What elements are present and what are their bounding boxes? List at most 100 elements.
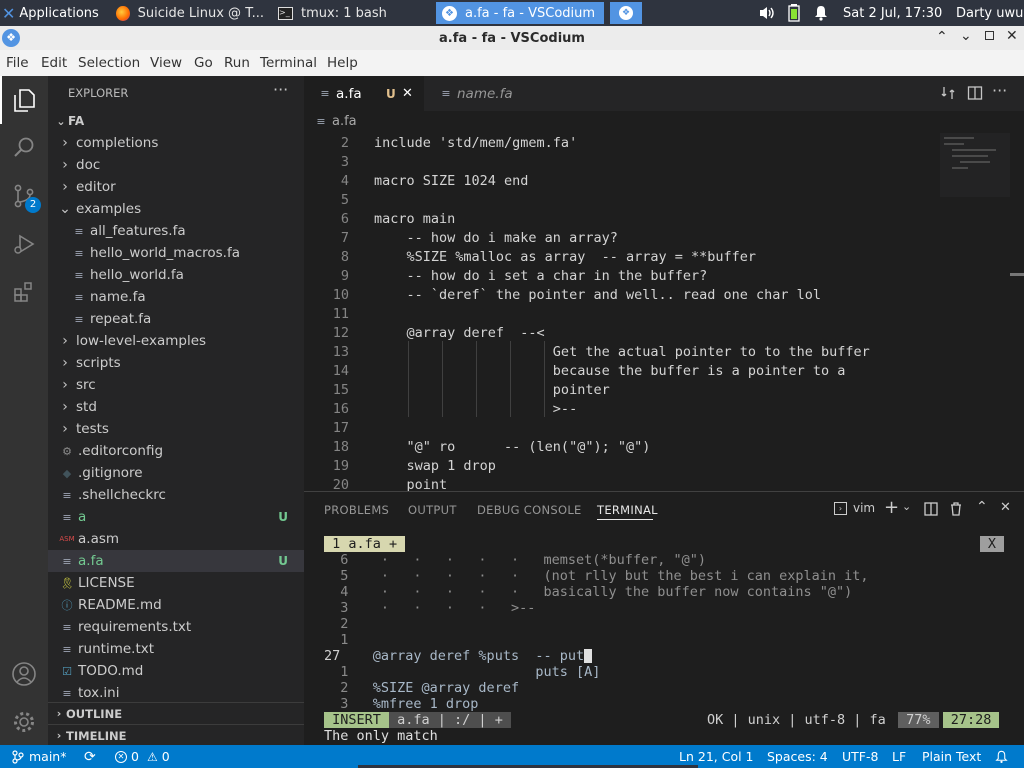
terminal-selector[interactable]: › vim: [834, 501, 875, 515]
tree-file[interactable]: ≡ all_features.fa: [48, 220, 304, 242]
tree-file[interactable]: ≡ tox.ini: [48, 682, 304, 704]
tree-file[interactable]: ≡ hello_world.fa: [48, 264, 304, 286]
tree-folder[interactable]: › editor: [48, 176, 304, 198]
maximize-panel-icon[interactable]: ⌃: [976, 499, 988, 515]
tab-terminal[interactable]: TERMINAL: [597, 492, 658, 527]
menu-edit[interactable]: Edit: [41, 50, 67, 76]
tree-folder[interactable]: ⌄ examples: [48, 198, 304, 220]
more-actions-icon[interactable]: ···: [273, 80, 288, 99]
tree-item-label: scripts: [76, 355, 121, 371]
trash-icon[interactable]: [949, 502, 963, 516]
file-lines-icon: ≡: [74, 224, 84, 238]
tree-file[interactable]: ≡ requirements.txt: [48, 616, 304, 638]
tab-a-fa[interactable]: ≡ a.fa U ✕: [304, 76, 424, 111]
vim-cursor: [584, 649, 593, 663]
close-tab-icon[interactable]: ✕: [402, 86, 413, 101]
code-text: -- how do i make an array?: [374, 229, 618, 246]
error-icon: ✕: [115, 750, 127, 763]
branch-name: main*: [29, 749, 67, 764]
sync-icon[interactable]: ⟳: [84, 745, 96, 768]
chevron-right-icon: ›: [62, 135, 68, 151]
tree-file[interactable]: ≡ .shellcheckrc: [48, 484, 304, 506]
close-window-icon[interactable]: ✕: [1006, 28, 1018, 44]
code-editor[interactable]: 2 include 'std/mem/gmem.fa' 3 4 macro SIZE 1…: [304, 133, 1024, 491]
vim-line-text: · · · · >--: [348, 600, 536, 616]
explorer-icon[interactable]: [0, 76, 48, 124]
tree-file[interactable]: ≡ hello_world_macros.fa: [48, 242, 304, 264]
restore-icon[interactable]: [985, 31, 994, 40]
notifications-bell-icon[interactable]: [995, 745, 1008, 768]
indentation[interactable]: Spaces: 4: [767, 745, 828, 768]
tab-debug-console[interactable]: DEBUG CONSOLE: [477, 492, 582, 527]
applications-menu[interactable]: ✕ Applications: [2, 0, 99, 26]
menu-selection[interactable]: Selection: [78, 50, 140, 76]
tree-folder[interactable]: › scripts: [48, 352, 304, 374]
extensions-icon[interactable]: [0, 268, 48, 316]
editor-more-icon[interactable]: ···: [992, 81, 1007, 100]
menu-go[interactable]: Go: [194, 50, 213, 76]
compare-changes-icon[interactable]: [940, 85, 956, 101]
menu-view[interactable]: View: [150, 50, 182, 76]
user-menu[interactable]: Darty uwu: [956, 0, 1023, 26]
tree-file[interactable]: ≡ runtime.txt: [48, 638, 304, 660]
run-debug-icon[interactable]: [0, 220, 48, 268]
tree-root-fa[interactable]: ⌄ FA: [48, 110, 304, 132]
language-mode[interactable]: Plain Text: [922, 745, 981, 768]
tree-file[interactable]: ≡ name.fa: [48, 286, 304, 308]
breadcrumb-file[interactable]: a.fa: [332, 114, 357, 129]
tree-file[interactable]: ASM a.asm: [48, 528, 304, 550]
tree-folder[interactable]: › src: [48, 374, 304, 396]
tab-problems[interactable]: PROBLEMS: [324, 492, 389, 527]
task-vscodium[interactable]: ❖ a.fa - fa - VSCodium: [436, 2, 604, 24]
encoding[interactable]: UTF-8: [842, 745, 878, 768]
menu-help[interactable]: Help: [327, 50, 358, 76]
menu-terminal[interactable]: Terminal: [260, 50, 317, 76]
new-terminal-icon[interactable]: +: [884, 497, 899, 518]
vim-close-tab[interactable]: X: [980, 536, 1004, 552]
menu-file[interactable]: File: [6, 50, 29, 76]
menu-run[interactable]: Run: [224, 50, 250, 76]
source-control-icon[interactable]: 2: [0, 172, 48, 220]
clock[interactable]: Sat 2 Jul, 17:30: [843, 0, 942, 26]
minimize-icon[interactable]: ⌃: [936, 29, 948, 45]
workspace-switcher[interactable]: ❖: [610, 2, 642, 24]
tree-file[interactable]: ≡ repeat.fa: [48, 308, 304, 330]
tree-file[interactable]: ≡ a U: [48, 506, 304, 528]
tree-folder[interactable]: › doc: [48, 154, 304, 176]
tab-name-fa[interactable]: ≡ name.fa: [425, 76, 545, 111]
search-icon[interactable]: [0, 124, 48, 172]
settings-gear-icon[interactable]: [0, 698, 48, 746]
tree-folder[interactable]: › std: [48, 396, 304, 418]
task-tmux[interactable]: >_ tmux: 1 bash: [272, 2, 432, 24]
tree-file[interactable]: ☑ TODO.md: [48, 660, 304, 682]
tree-folder[interactable]: › low-level-examples: [48, 330, 304, 352]
split-editor-icon[interactable]: [967, 85, 983, 101]
chevron-down-icon[interactable]: ⌄: [902, 500, 911, 513]
terminal[interactable]: 1 a.fa + X 6 · · · · · memset(*buffer, "…: [304, 526, 1024, 745]
branch-indicator[interactable]: main*: [12, 745, 66, 768]
timeline-section[interactable]: › TIMELINE: [48, 724, 304, 746]
tree-file[interactable]: ≡ a.fa U: [48, 550, 304, 572]
tree-file[interactable]: ⚙ .editorconfig: [48, 440, 304, 462]
account-icon[interactable]: [0, 650, 48, 698]
vim-buffer-tab[interactable]: 1 a.fa +: [324, 536, 406, 552]
minimap[interactable]: [940, 133, 1010, 197]
split-terminal-icon[interactable]: [924, 502, 938, 516]
tree-folder[interactable]: › completions: [48, 132, 304, 154]
tab-output[interactable]: OUTPUT: [408, 492, 457, 527]
tree-folder[interactable]: › tests: [48, 418, 304, 440]
end-of-line[interactable]: LF: [892, 745, 906, 768]
close-panel-icon[interactable]: ✕: [1000, 500, 1011, 515]
outline-section[interactable]: › OUTLINE: [48, 702, 304, 724]
problems-indicator[interactable]: ✕ 0 ⚠ 0: [115, 745, 170, 768]
notification-bell-icon[interactable]: [813, 0, 829, 26]
tree-file[interactable]: 🎗 LICENSE: [48, 572, 304, 594]
volume-icon[interactable]: [758, 0, 776, 26]
maximize-icon[interactable]: ⌄: [960, 28, 972, 44]
terminal-shell-icon: ›: [834, 501, 847, 515]
task-firefox[interactable]: Suicide Linux @ T...: [110, 2, 270, 24]
tree-file[interactable]: ◆ .gitignore: [48, 462, 304, 484]
chevron-down-icon: ⌄: [59, 201, 71, 217]
battery-icon[interactable]: [788, 0, 800, 26]
tree-file[interactable]: ⓘ README.md: [48, 594, 304, 616]
